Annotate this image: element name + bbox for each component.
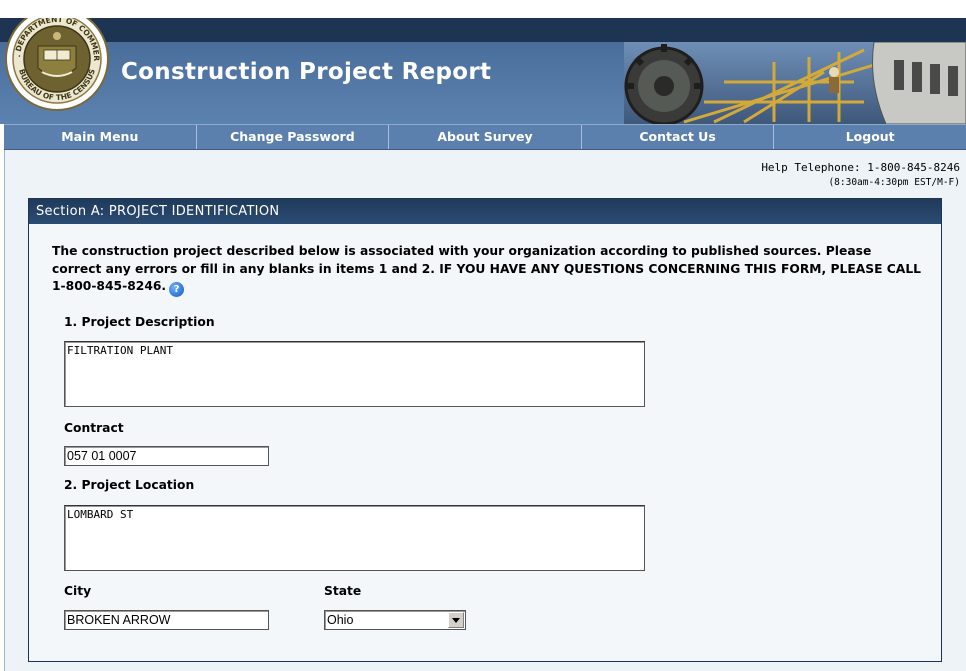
city-label: City: [64, 584, 92, 598]
state-select[interactable]: Ohio: [324, 610, 466, 630]
state-label: State: [324, 584, 362, 598]
state-select-value: Ohio: [327, 613, 354, 627]
nav-contact-us[interactable]: Contact Us: [582, 125, 775, 149]
nav-logout[interactable]: Logout: [774, 125, 966, 149]
question-mark-icon[interactable]: ?: [169, 282, 185, 297]
help-telephone: Help Telephone: 1-800-845-8246: [761, 161, 960, 174]
nav-change-password[interactable]: Change Password: [197, 125, 390, 149]
top-strip: [0, 0, 966, 18]
contract-label: Contract: [64, 421, 124, 435]
main-nav: Main Menu Change Password About Survey C…: [4, 124, 966, 150]
section-title: Section A: PROJECT IDENTIFICATION: [29, 199, 941, 224]
city-field[interactable]: BROKEN ARROW: [64, 610, 269, 630]
construction-photo: [624, 42, 966, 124]
header-banner: U.S. DEPARTMENT OF COMMERCE BUREAU OF TH…: [0, 18, 966, 124]
app-title: Construction Project Report: [121, 59, 492, 85]
project-location-field[interactable]: LOMBARD ST: [64, 505, 645, 571]
chevron-down-icon[interactable]: [448, 612, 464, 628]
section-a-panel: Section A: PROJECT IDENTIFICATION The co…: [28, 198, 942, 662]
help-hours: (8:30am-4:30pm EST/M-F): [828, 177, 960, 188]
nav-about-survey[interactable]: About Survey: [389, 125, 582, 149]
census-seal-logo: U.S. DEPARTMENT OF COMMERCE BUREAU OF TH…: [4, 18, 109, 111]
contract-field[interactable]: 057 01 0007: [64, 446, 269, 466]
project-description-field[interactable]: FILTRATION PLANT: [64, 341, 645, 407]
project-description-label: 1. Project Description: [64, 315, 215, 329]
section-intro: The construction project described below…: [52, 243, 922, 297]
help-contact: Help Telephone: 1-800-845-8246 (8:30am-4…: [761, 160, 960, 190]
nav-main-menu[interactable]: Main Menu: [4, 125, 197, 149]
project-location-label: 2. Project Location: [64, 478, 195, 492]
